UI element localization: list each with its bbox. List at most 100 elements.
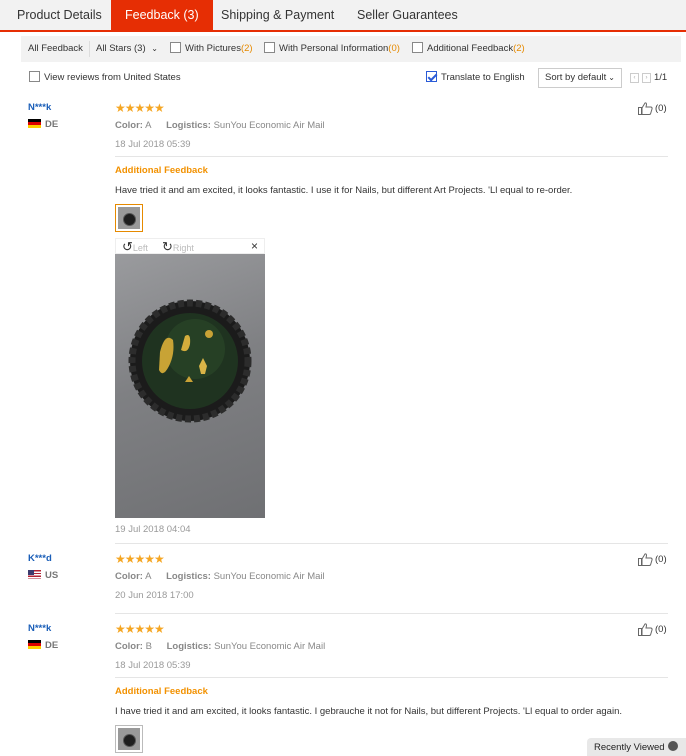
divider bbox=[115, 677, 668, 678]
star-rating: ★★★★★ bbox=[115, 622, 165, 636]
helpful-count: (0) bbox=[655, 554, 667, 566]
divider bbox=[115, 156, 668, 157]
order-info: Color: B Logistics: SunYou Economic Air … bbox=[115, 641, 325, 652]
chevron-down-icon: ⌄ bbox=[151, 44, 158, 53]
color-value: A bbox=[145, 571, 152, 582]
tab-shipping-payment[interactable]: Shipping & Payment bbox=[221, 0, 334, 30]
chevron-down-icon: ⌄ bbox=[608, 73, 615, 82]
logistics-label: Logistics: bbox=[166, 120, 211, 131]
review-date: 18 Jul 2018 05:39 bbox=[115, 139, 191, 150]
feedback-filter-bar: All Feedback All Stars (3) ⌄ With Pictur… bbox=[21, 36, 681, 62]
with-personal-count: (0) bbox=[388, 43, 400, 54]
photo-viewer-toolbar: ↺Left ↻Right × bbox=[115, 238, 265, 254]
view-us-label: View reviews from United States bbox=[44, 72, 181, 83]
country-code: US bbox=[45, 570, 59, 581]
helpful-button[interactable]: (0) bbox=[638, 102, 667, 115]
thumbs-up-icon bbox=[638, 623, 653, 636]
all-stars-label: All Stars (3) bbox=[96, 43, 146, 54]
translate-label: Translate to English bbox=[441, 72, 525, 83]
helpful-button[interactable]: (0) bbox=[638, 623, 667, 636]
with-pictures-count: (2) bbox=[240, 43, 253, 54]
reviewer-country: DE bbox=[28, 118, 58, 130]
translate-option[interactable]: Translate to English bbox=[426, 67, 525, 89]
with-personal-checkbox[interactable] bbox=[264, 41, 275, 53]
tab-product-details[interactable]: Product Details bbox=[17, 0, 102, 30]
view-us-option[interactable]: View reviews from United States bbox=[29, 67, 181, 89]
reviewer-country: DE bbox=[28, 639, 58, 651]
rotate-right-icon: ↻ bbox=[162, 239, 173, 254]
logistics-value: SunYou Economic Air Mail bbox=[213, 120, 325, 131]
germany-flag-icon bbox=[28, 118, 41, 128]
additional-feedback-checkbox[interactable] bbox=[412, 41, 423, 53]
additional-feedback-filter[interactable]: Additional Feedback(2) bbox=[412, 36, 525, 62]
additional-feedback-label: Additional Feedback bbox=[427, 43, 514, 54]
review-photo-thumbnail[interactable] bbox=[115, 204, 143, 232]
review-date: 20 Jun 2018 17:00 bbox=[115, 590, 194, 601]
with-personal-label: With Personal Information bbox=[279, 43, 389, 54]
additional-feedback-text: Have tried it and am excited, it looks f… bbox=[115, 185, 573, 196]
review-item: K***d US ★★★★★ Color: A Logistics: SunYo… bbox=[25, 553, 670, 613]
sort-dropdown[interactable]: Sort by default ⌄ bbox=[538, 68, 622, 88]
all-feedback-filter[interactable]: All Feedback bbox=[28, 36, 83, 62]
logistics-label: Logistics: bbox=[166, 641, 212, 652]
reviewer-name[interactable]: N***k bbox=[28, 102, 51, 113]
prev-page-button[interactable]: ‹ bbox=[630, 73, 639, 83]
additional-feedback-title: Additional Feedback bbox=[115, 165, 208, 176]
additional-feedback-date: 19 Jul 2018 04:04 bbox=[115, 524, 191, 535]
additional-feedback-title: Additional Feedback bbox=[115, 686, 208, 697]
divider bbox=[115, 543, 668, 544]
tab-bar: Product Details Feedback (3) Shipping & … bbox=[0, 0, 686, 32]
rotate-left-icon: ↺ bbox=[122, 239, 133, 254]
view-us-checkbox[interactable] bbox=[29, 70, 40, 82]
review-item: N***k DE ★★★★★ Color: B Logistics: SunYo… bbox=[25, 623, 670, 756]
tab-feedback[interactable]: Feedback (3) bbox=[111, 0, 213, 32]
additional-feedback-count: (2) bbox=[513, 43, 525, 54]
germany-flag-icon bbox=[28, 639, 41, 649]
logistics-value: SunYou Economic Air Mail bbox=[214, 641, 326, 652]
thumbs-up-icon bbox=[638, 102, 653, 115]
chevron-up-icon bbox=[667, 741, 678, 752]
color-value: B bbox=[145, 641, 152, 652]
us-flag-icon bbox=[28, 569, 41, 579]
rotate-right-button[interactable]: ↻Right bbox=[162, 240, 194, 255]
close-icon[interactable]: × bbox=[251, 239, 258, 253]
product-photo-image bbox=[128, 299, 252, 423]
star-rating: ★★★★★ bbox=[115, 101, 165, 115]
review-photo bbox=[115, 254, 265, 518]
sort-label: Sort by default bbox=[545, 72, 607, 83]
order-info: Color: A Logistics: SunYou Economic Air … bbox=[115, 571, 325, 582]
color-label: Color: bbox=[115, 641, 143, 652]
reviewer-country: US bbox=[28, 569, 59, 581]
next-page-button[interactable]: › bbox=[642, 73, 651, 83]
rotate-left-label: Left bbox=[132, 243, 148, 253]
with-pictures-checkbox[interactable] bbox=[170, 41, 181, 53]
star-rating: ★★★★★ bbox=[115, 552, 165, 566]
recently-viewed-button[interactable]: Recently Viewed bbox=[587, 738, 686, 756]
helpful-button[interactable]: (0) bbox=[638, 553, 667, 566]
review-photo-thumbnail[interactable] bbox=[115, 725, 143, 753]
color-value: A bbox=[145, 120, 152, 131]
thumbs-up-icon bbox=[638, 553, 653, 566]
reviewer-name[interactable]: N***k bbox=[28, 623, 51, 634]
with-pictures-label: With Pictures bbox=[185, 43, 241, 54]
color-label: Color: bbox=[115, 571, 143, 582]
recently-viewed-label: Recently Viewed bbox=[594, 742, 665, 753]
tab-seller-guarantees[interactable]: Seller Guarantees bbox=[357, 0, 458, 30]
logistics-label: Logistics: bbox=[166, 571, 211, 582]
rotate-left-button[interactable]: ↺Left bbox=[122, 240, 148, 255]
translate-checkbox[interactable] bbox=[426, 70, 437, 82]
color-label: Color: bbox=[115, 120, 143, 131]
divider bbox=[115, 613, 668, 614]
photo-viewer: ↺Left ↻Right × bbox=[115, 238, 265, 518]
logistics-value: SunYou Economic Air Mail bbox=[213, 571, 325, 582]
all-stars-dropdown[interactable]: All Stars (3) ⌄ bbox=[96, 36, 158, 62]
with-personal-filter[interactable]: With Personal Information(0) bbox=[264, 36, 400, 62]
order-info: Color: A Logistics: SunYou Economic Air … bbox=[115, 120, 325, 131]
review-date: 18 Jul 2018 05:39 bbox=[115, 660, 191, 671]
rotate-right-label: Right bbox=[172, 243, 194, 253]
with-pictures-filter[interactable]: With Pictures(2) bbox=[170, 36, 253, 62]
reviewer-name[interactable]: K***d bbox=[28, 553, 52, 564]
review-item: N***k DE ★★★★★ Color: A Logistics: SunYo… bbox=[25, 102, 670, 542]
page-indicator: 1/1 bbox=[654, 72, 668, 83]
helpful-count: (0) bbox=[655, 103, 667, 115]
